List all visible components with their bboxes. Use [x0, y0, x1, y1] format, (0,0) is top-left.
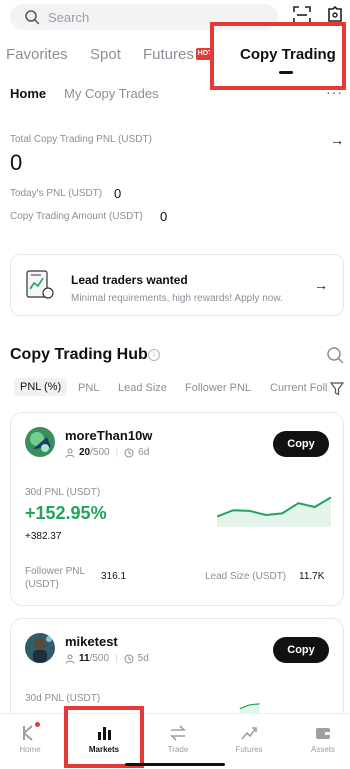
trading-days: 6d	[138, 447, 150, 458]
tab-futures[interactable]: Futures	[143, 46, 194, 63]
nav-home-label: Home	[19, 745, 41, 754]
nav-assets-label: Assets	[310, 745, 335, 754]
followers-icon	[65, 654, 75, 664]
copy-amount-label: Copy Trading Amount (USDT)	[10, 211, 143, 222]
today-pnl-value: 0	[114, 186, 122, 201]
pnl-sparkline	[217, 496, 331, 527]
filter-pnl-pct[interactable]: PNL (%)	[14, 378, 68, 396]
trader-name: miketest	[65, 634, 118, 649]
subtab-home[interactable]: Home	[10, 86, 46, 101]
filter-funnel-icon[interactable]	[330, 382, 344, 396]
trader-meta: 11 /500 | 5d	[65, 653, 149, 664]
nav-trade[interactable]: Trade	[148, 714, 208, 769]
filter-current-followers[interactable]: Current Foll	[270, 382, 327, 394]
meta-divider: |	[115, 447, 119, 458]
follower-pnl-label: Follower PNL (USDT)	[25, 566, 85, 590]
filter-follower-pnl[interactable]: Follower PNL	[185, 382, 251, 394]
trader-avatar	[25, 427, 55, 457]
subtab-my-copy-trades[interactable]: My Copy Trades	[64, 86, 159, 101]
lead-trader-banner[interactable]: Lead traders wanted Minimal requirements…	[10, 254, 344, 316]
trader-meta: 20 /500 | 6d	[65, 447, 149, 458]
banner-subtitle: Minimal requirements, high rewards! Appl…	[71, 293, 283, 304]
total-pnl-value: 0	[10, 150, 23, 175]
lead-size-label: Lead Size (USDT)	[205, 571, 287, 582]
copy-trading-subtabs: Home My Copy Trades ···	[0, 84, 350, 106]
total-pnl-label: Total Copy Trading PNL (USDT)	[10, 134, 152, 145]
banner-title: Lead traders wanted	[71, 273, 188, 287]
today-pnl-label: Today's PNL (USDT)	[10, 188, 103, 199]
banner-arrow-icon: →	[314, 277, 328, 293]
highlight-box-markets	[64, 706, 144, 768]
bottom-navigation: Home Markets Trade Futures Assets	[0, 713, 350, 769]
filter-pnl[interactable]: PNL	[78, 382, 99, 394]
pnl-30d-percent: +152.95%	[25, 503, 107, 523]
hub-sort-filters: PNL (%) PNL Lead Size Follower PNL Curre…	[0, 378, 350, 402]
pnl-sparkline	[239, 703, 260, 713]
total-pnl-arrow-icon[interactable]: →	[330, 132, 344, 148]
trading-days: 5d	[137, 653, 149, 664]
filter-lead-size[interactable]: Lead Size	[118, 382, 167, 394]
search-icon	[25, 10, 40, 25]
nav-home[interactable]: Home	[0, 714, 60, 769]
sparkline-area	[217, 497, 331, 527]
follower-count: 11	[79, 653, 90, 664]
trader-card[interactable]: moreThan10w 20 /500 | 6d Copy 30d PNL (U…	[10, 412, 344, 606]
pnl-30d-label: 30d PNL (USDT)	[25, 693, 101, 704]
follower-max: /500	[90, 447, 110, 458]
home-indicator	[125, 763, 225, 766]
follower-count: 20	[79, 447, 91, 458]
trade-icon	[170, 725, 186, 741]
meta-divider: |	[115, 653, 118, 664]
home-notification-dot	[35, 722, 40, 727]
clock-icon	[124, 448, 134, 457]
trader-name: moreThan10w	[65, 428, 153, 443]
lead-size-value: 11.7K	[299, 571, 325, 582]
nav-futures-label: Futures	[235, 745, 263, 754]
copy-button[interactable]: Copy	[273, 637, 329, 663]
followers-icon	[65, 448, 75, 458]
nav-futures[interactable]: Futures	[219, 714, 279, 769]
follower-max: /500	[89, 653, 110, 664]
hub-search-icon[interactable]	[326, 346, 344, 364]
more-options-icon[interactable]: ···	[326, 84, 343, 100]
nav-trade-label: Trade	[167, 745, 189, 754]
tab-favorites[interactable]: Favorites	[6, 46, 68, 63]
hub-title: Copy Trading Hub	[10, 346, 148, 363]
follower-pnl-value: 316.1	[101, 571, 127, 582]
lead-trader-icon	[26, 270, 54, 299]
assets-icon	[316, 728, 330, 739]
nav-assets[interactable]: Assets	[293, 714, 350, 769]
pnl-30d-absolute: +382.37	[25, 531, 62, 542]
tab-spot[interactable]: Spot	[90, 46, 121, 63]
trader-avatar	[25, 633, 55, 663]
info-icon[interactable]: i	[148, 349, 160, 361]
clock-icon	[124, 654, 134, 663]
copy-button[interactable]: Copy	[273, 431, 329, 457]
search-placeholder: Search	[48, 9, 90, 25]
futures-icon	[241, 727, 257, 740]
copy-amount-value: 0	[160, 209, 168, 224]
highlight-box-copy-trading	[210, 22, 346, 90]
pnl-30d-label: 30d PNL (USDT)	[25, 487, 101, 498]
